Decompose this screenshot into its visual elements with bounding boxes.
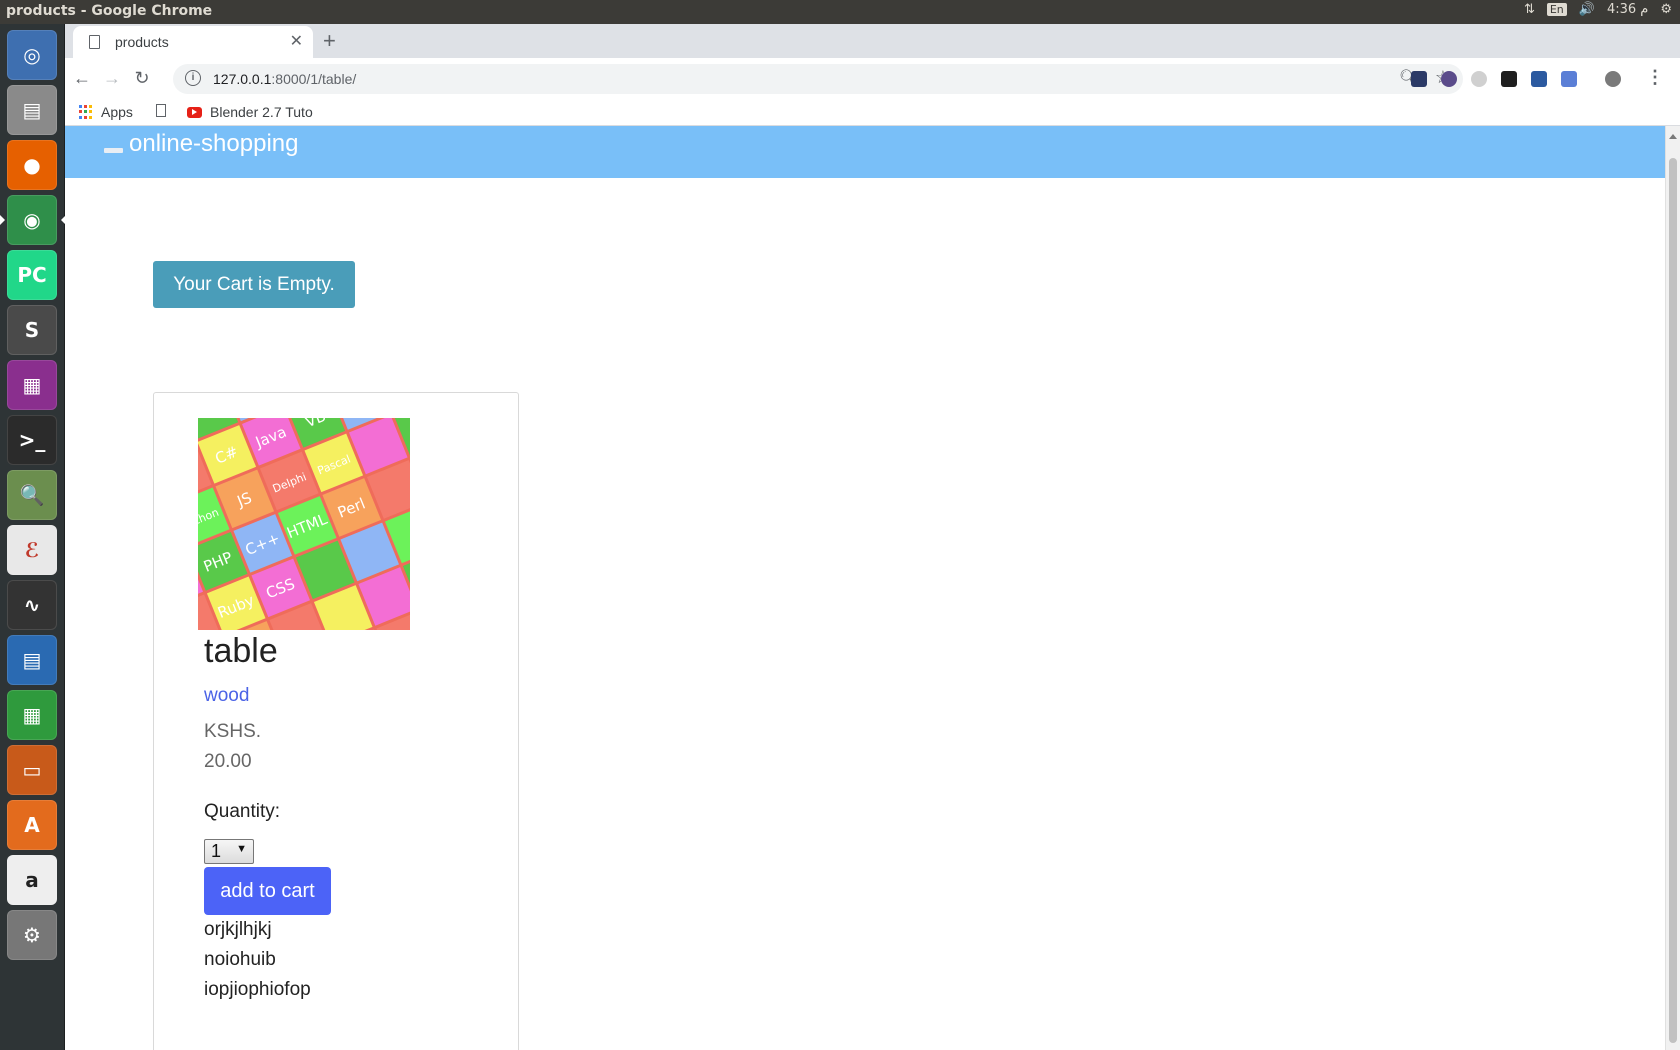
bookmark-apps-label: Apps [101,104,133,120]
product-note: noiohuib [204,949,276,970]
page-icon [89,35,100,49]
tab-products[interactable]: products ✕ [73,26,313,58]
forward-arrow-icon[interactable]: → [101,68,123,89]
product-note: iopjiophiofop [204,979,311,1000]
system-settings-icon[interactable]: ⚙ [1660,2,1672,17]
page-scrollbar[interactable] [1665,126,1680,1050]
bookmark-blender[interactable]: Blender 2.7 Tuto [187,104,313,120]
programming-languages-image: CC#JavaVBPythonJSDelphiPascalPHPC++HTMLP… [198,418,410,630]
ubuntu-dash-icon[interactable]: ◎ [7,30,57,80]
quantity-label: Quantity: [204,801,281,822]
system-top-bar: products - Google Chrome ⇅ En 🔊 4:36 م ⚙ [0,0,1680,24]
page-viewport: online-shopping Your Cart is Empty. CC#J… [65,126,1665,1050]
product-currency: KSHS. [204,721,262,742]
apps-grid-icon [79,105,93,119]
profile-avatar[interactable] [1605,71,1621,87]
back-arrow-icon[interactable]: ← [71,68,93,89]
calc-icon[interactable]: ▦ [7,690,57,740]
site-navbar: online-shopping [65,126,1665,178]
url-text[interactable]: 127.0.0.1:8000/1/table/ [213,71,356,87]
tab-title: products [115,34,169,50]
scroll-up-arrow-icon[interactable] [1669,130,1677,139]
volume-icon[interactable]: 🔊 [1579,2,1595,17]
image-viewer-icon[interactable]: 🔍 [7,470,57,520]
pycharm-icon[interactable]: PC [7,250,57,300]
amazon-icon[interactable]: a [7,855,57,905]
scrollbar-thumb[interactable] [1669,158,1677,1043]
camera-extension-icon[interactable] [1531,71,1547,87]
product-image: CC#JavaVBPythonJSDelphiPascalPHPC++HTMLP… [198,418,410,630]
product-name: table [204,632,278,670]
files-icon[interactable]: ▤ [7,85,57,135]
tab-strip: products ✕ + [65,24,1680,58]
site-info-icon[interactable]: i [185,70,201,86]
page-icon [156,104,166,117]
new-tab-button[interactable]: + [323,28,336,54]
code-extension-icon[interactable] [1561,71,1577,87]
browser-menu-icon[interactable]: ⋮ [1646,67,1664,88]
pdf-reader-icon[interactable]: ℰ [7,525,57,575]
sublime-text-icon[interactable]: S [7,305,57,355]
clock[interactable]: 4:36 م [1607,2,1648,17]
close-tab-icon[interactable]: ✕ [290,31,303,51]
bookmark-apps[interactable]: Apps [79,104,133,120]
dropdown-caret-icon: ▼ [236,843,247,855]
cart-status-alert: Your Cart is Empty. [153,261,355,308]
color-picker-extension-icon[interactable] [1441,71,1457,87]
bookmarks-bar: Apps Blender 2.7 Tuto [65,100,1680,126]
software-center-icon[interactable]: A [7,800,57,850]
settings-extension-icon[interactable] [1471,71,1487,87]
firefox-icon[interactable]: ● [7,140,57,190]
site-brand[interactable]: online-shopping [129,130,298,158]
navbar-toggler[interactable] [104,148,123,153]
window-title: products - Google Chrome [6,3,213,19]
product-card: CC#JavaVBPythonJSDelphiPascalPHPC++HTMLP… [153,392,519,1050]
launcher: ◎ ▤ ● ◉ PC S ▦ >_ 🔍 ℰ ∿ ▤ ▦ ▭ Aa ⚙ [0,24,66,1050]
settings-tools-icon[interactable]: ⚙ [7,910,57,960]
product-price: 20.00 [204,751,252,772]
add-to-cart-button[interactable]: add to cart [204,867,331,915]
product-note: orjkjlhjkj [204,919,272,940]
system-monitor-icon[interactable]: ∿ [7,580,57,630]
bookmark-page[interactable] [156,104,166,117]
keyboard-language-indicator[interactable]: En [1546,3,1567,16]
youtube-icon [187,106,202,118]
reload-icon[interactable]: ↻ [131,68,153,89]
screenshot-extension-icon[interactable] [1501,71,1517,87]
writer-icon[interactable]: ▤ [7,635,57,685]
chrome-icon[interactable]: ◉ [0,195,66,245]
product-description[interactable]: wood [204,685,249,707]
network-icon[interactable]: ⇅ [1524,2,1535,17]
system-tray: ⇅ En 🔊 4:36 م ⚙ [1524,2,1672,17]
terminal-icon[interactable]: >_ [7,415,57,465]
browser-chrome: products ✕ + ← → ↻ i 127.0.0.1:8000/1/ta… [65,24,1680,126]
workspace-switcher-icon[interactable]: ▦ [7,360,57,410]
quantity-select[interactable]: 1 ▼ [204,839,254,864]
impress-icon[interactable]: ▭ [7,745,57,795]
bookmark-blender-label: Blender 2.7 Tuto [210,104,313,120]
quantity-value: 1 [211,841,222,861]
address-bar[interactable]: i 127.0.0.1:8000/1/table/ 🔍︎ ☆ [173,64,1463,94]
browser-toolbar: ← → ↻ i 127.0.0.1:8000/1/table/ 🔍︎ ☆ ⋮ [65,58,1680,100]
extension-icon[interactable] [1411,71,1427,87]
